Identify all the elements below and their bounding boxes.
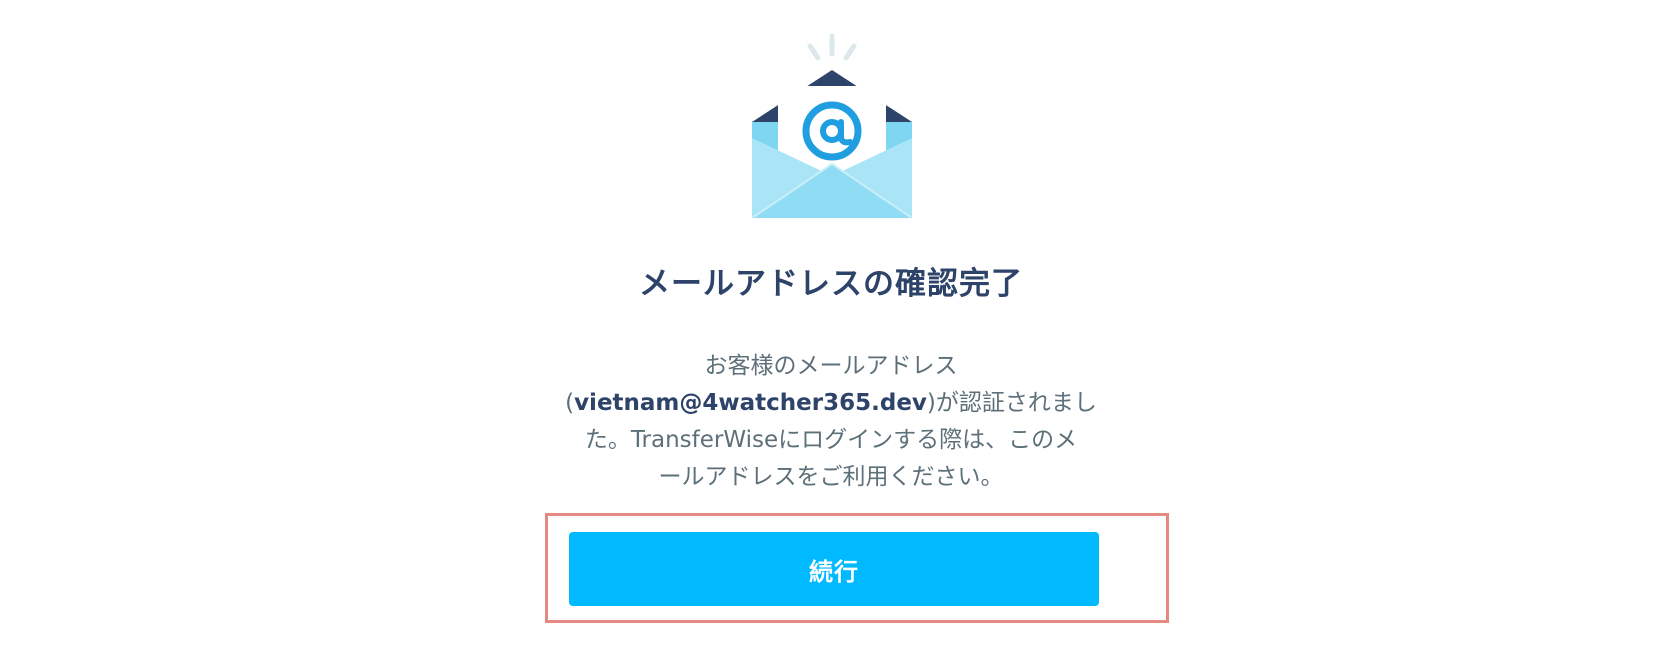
confirmation-message: お客様のメールアドレス (vietnam@4watcher365.dev)が認証… bbox=[531, 348, 1131, 496]
continue-button[interactable]: 続行 bbox=[569, 532, 1099, 606]
message-line-2: (vietnam@4watcher365.dev)が認証されまし bbox=[531, 385, 1131, 422]
page-title: メールアドレスの確認完了 bbox=[639, 266, 1023, 302]
message-line-4: ールアドレスをご利用ください。 bbox=[658, 464, 1004, 490]
email-address: vietnam@4watcher365.dev bbox=[574, 390, 927, 416]
message-line-1: お客様のメールアドレス bbox=[704, 353, 958, 379]
email-confirmed-page: メールアドレスの確認完了 お客様のメールアドレス (vietnam@4watch… bbox=[0, 0, 1662, 661]
message-line-3: た。TransferWiseにログインする際は、このメ bbox=[584, 427, 1078, 453]
paren-close-text: )が認証されまし bbox=[926, 390, 1097, 416]
envelope-at-icon bbox=[722, 26, 942, 226]
sparkle-icon bbox=[807, 33, 857, 61]
paren-open: ( bbox=[565, 390, 575, 416]
